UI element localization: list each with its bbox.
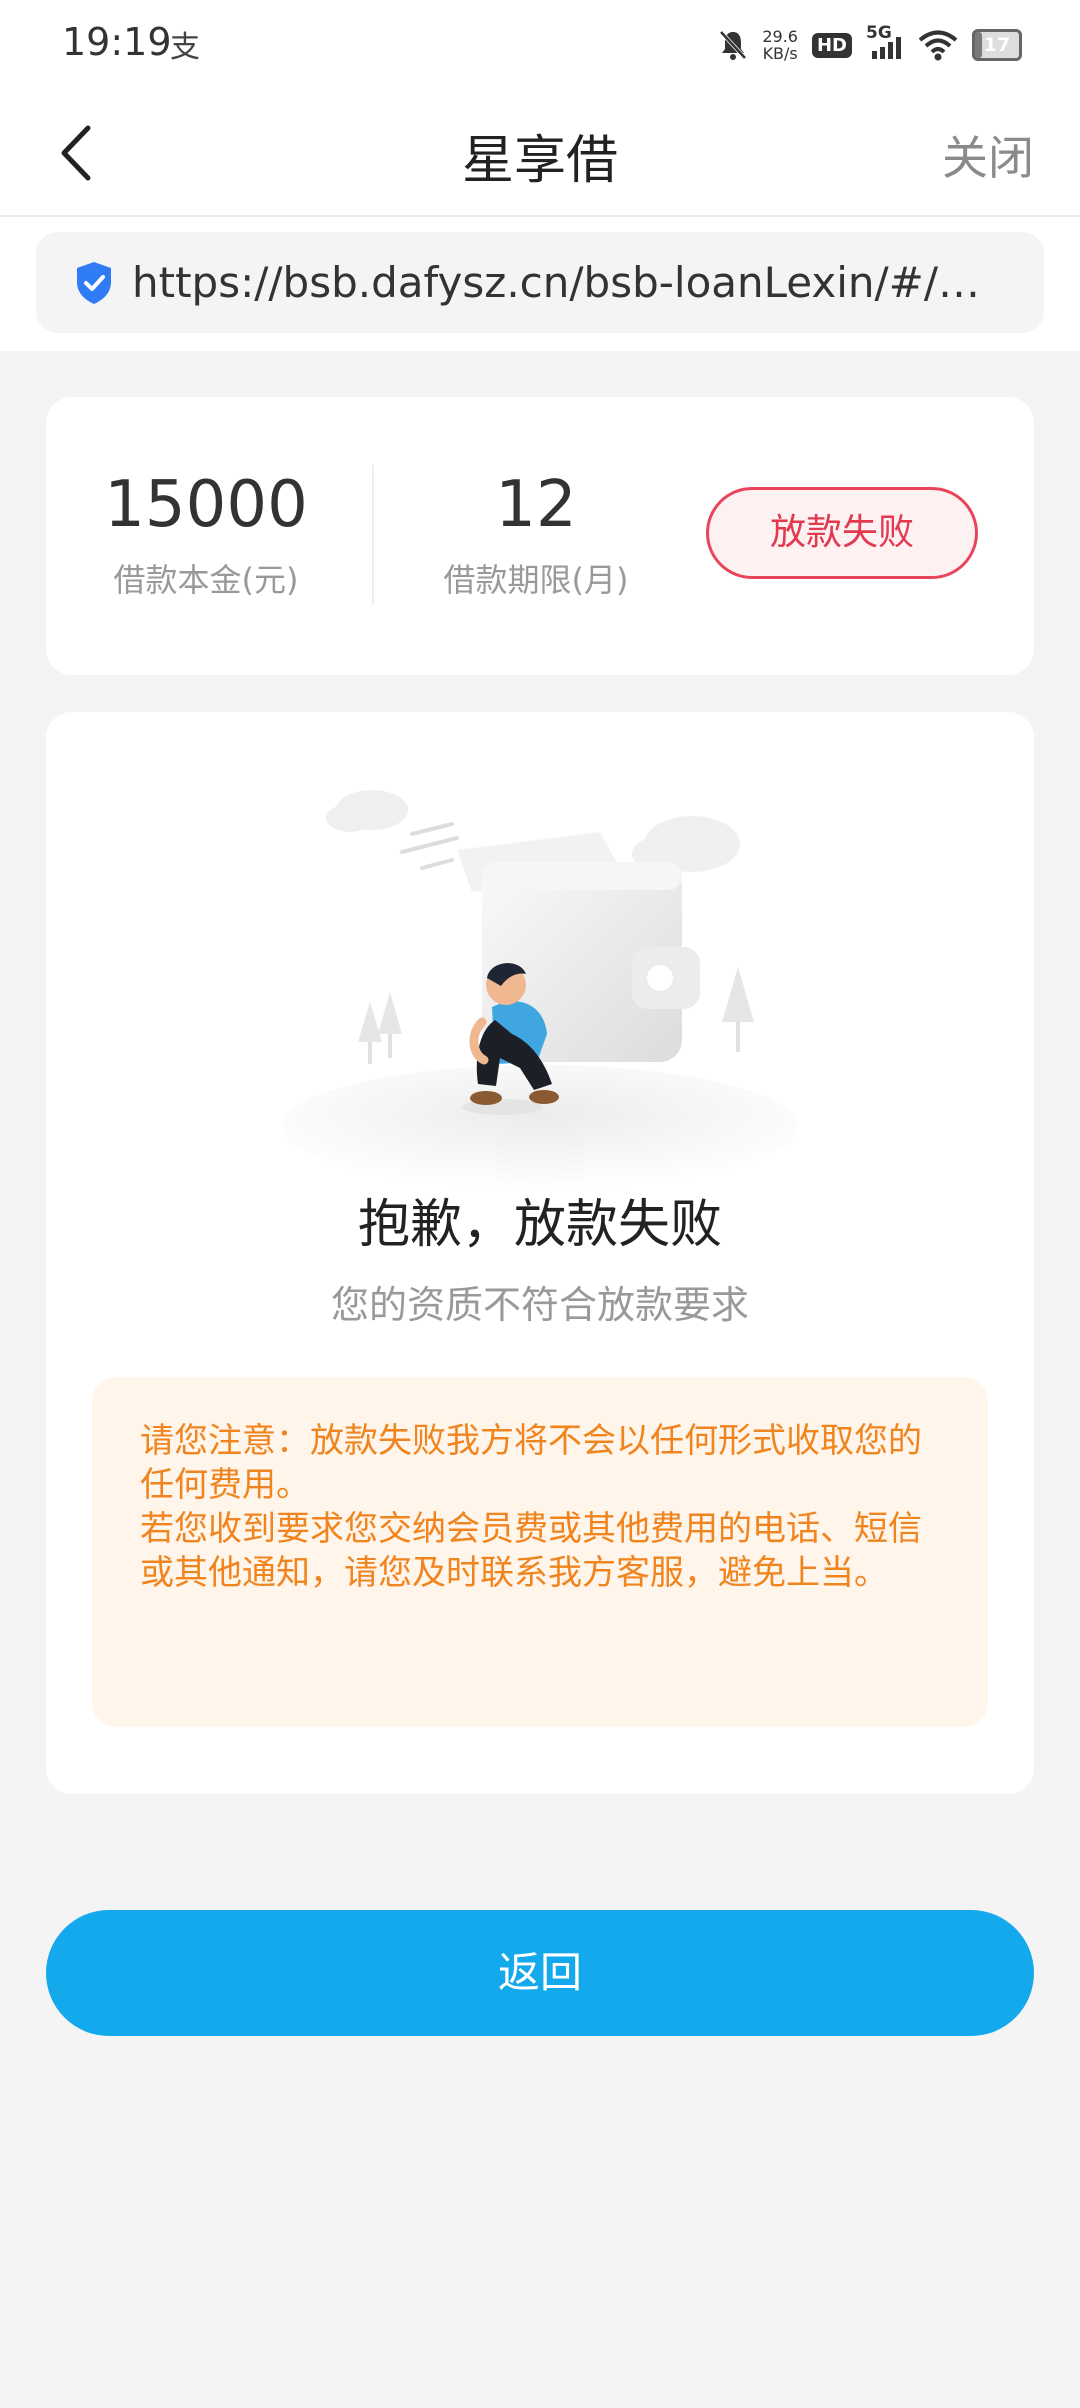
mute-bell-icon bbox=[719, 30, 747, 60]
nav-bar: 星享借 关闭 bbox=[0, 90, 1080, 217]
notice-line-1: 请您注意：放款失败我方将不会以任何形式收取您的任何费用。 bbox=[140, 1421, 922, 1505]
loan-term: 12 借款期限(月) bbox=[376, 467, 696, 601]
cell-signal: 5G bbox=[866, 23, 904, 63]
loan-amount: 15000 借款本金(元) bbox=[46, 467, 366, 601]
net-speed-value: 29.6 bbox=[762, 27, 798, 46]
divider bbox=[372, 465, 374, 605]
net-speed-unit: KB/s bbox=[762, 44, 798, 63]
notice-box: 请您注意：放款失败我方将不会以任何形式收取您的任何费用。 若您收到要求您交纳会员… bbox=[92, 1377, 988, 1727]
wifi-icon bbox=[918, 30, 958, 61]
signal-icon bbox=[872, 37, 901, 59]
loan-term-label: 借款期限(月) bbox=[443, 561, 629, 599]
url-area: https://bsb.dafysz.cn/bsb-loanLexin/#/e… bbox=[0, 217, 1080, 351]
url-bar[interactable]: https://bsb.dafysz.cn/bsb-loanLexin/#/e… bbox=[36, 232, 1044, 333]
hd-badge: HD bbox=[811, 32, 852, 58]
loan-term-value: 12 bbox=[495, 468, 577, 542]
net-speed: 29.6 KB/s bbox=[762, 28, 798, 62]
return-button[interactable]: 返回 bbox=[46, 1910, 1034, 2036]
person-sitting-by-wallet-illustration bbox=[282, 790, 798, 1189]
loan-amount-label: 借款本金(元) bbox=[113, 561, 299, 599]
loan-amount-value: 15000 bbox=[104, 468, 308, 542]
result-title: 抱歉，放款失败 bbox=[357, 1195, 722, 1255]
result-subtitle: 您的资质不符合放款要求 bbox=[330, 1283, 749, 1327]
page-title: 星享借 bbox=[461, 131, 618, 191]
battery-level: 17 bbox=[983, 34, 1011, 56]
status-badge: 放款失败 bbox=[706, 487, 978, 579]
status-indicators: 29.6 KB/s HD 5G 17 bbox=[718, 20, 1022, 70]
url-text: https://bsb.dafysz.cn/bsb-loanLexin/#/e… bbox=[132, 258, 1002, 307]
battery-icon: 17 bbox=[972, 29, 1022, 61]
status-bar: 19:19 支 29.6 KB/s HD 5G 17 bbox=[0, 0, 1080, 90]
alipay-notification-icon: 支 bbox=[170, 30, 200, 65]
security-shield-icon bbox=[77, 261, 111, 304]
battery-fill bbox=[975, 32, 983, 58]
result-card: 抱歉，放款失败 您的资质不符合放款要求 请您注意：放款失败我方将不会以任何形式收… bbox=[46, 712, 1034, 1794]
status-time: 19:19 bbox=[62, 20, 172, 64]
loan-summary-card: 15000 借款本金(元) 12 借款期限(月) 放款失败 bbox=[46, 397, 1034, 675]
notice-line-2: 若您收到要求您交纳会员费或其他费用的电话、短信或其他通知，请您及时联系我方客服，… bbox=[140, 1509, 922, 1593]
close-button[interactable]: 关闭 bbox=[942, 122, 1034, 188]
